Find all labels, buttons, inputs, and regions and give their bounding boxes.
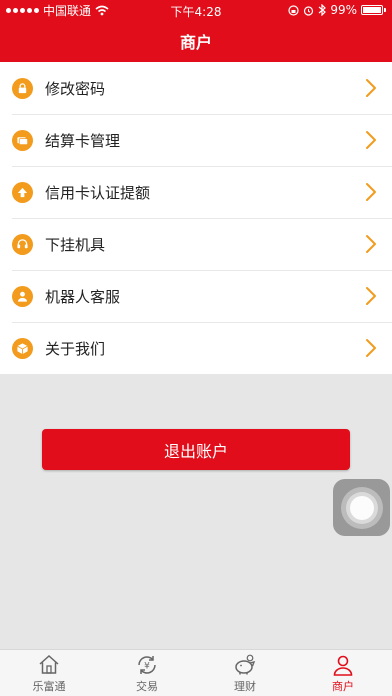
tab-person[interactable]: 商户 bbox=[294, 650, 392, 696]
chevron-right-icon bbox=[366, 287, 376, 305]
bluetooth-icon bbox=[318, 4, 327, 16]
tab-label: 交易 bbox=[136, 679, 158, 693]
lock-rotation-icon bbox=[288, 4, 299, 16]
logout-button[interactable]: 退出账户 bbox=[42, 429, 350, 470]
menu-item[interactable]: 下挂机具 bbox=[0, 218, 392, 270]
tab-yen-exchange[interactable]: ¥ 交易 bbox=[98, 650, 196, 696]
page-title: 商户 bbox=[179, 33, 212, 52]
lock-icon bbox=[12, 77, 33, 99]
user-icon bbox=[12, 285, 33, 307]
battery-icon bbox=[361, 5, 386, 15]
menu-item[interactable]: 机器人客服 bbox=[0, 270, 392, 322]
tab-home[interactable]: 乐富通 bbox=[0, 650, 98, 696]
tab-label: 理财 bbox=[234, 679, 256, 693]
menu-item[interactable]: 结算卡管理 bbox=[0, 114, 392, 166]
chevron-right-icon bbox=[366, 131, 376, 149]
tab-label: 商户 bbox=[332, 679, 354, 693]
headset-icon bbox=[12, 233, 33, 255]
chevron-right-icon bbox=[366, 183, 376, 201]
menu-item[interactable]: 关于我们 bbox=[0, 322, 392, 374]
person-icon bbox=[331, 653, 355, 677]
chevron-right-icon bbox=[366, 79, 376, 97]
status-bar: 中国联通 下午4:28 99% bbox=[0, 0, 392, 20]
chevron-right-icon bbox=[366, 235, 376, 253]
menu-item[interactable]: 修改密码 bbox=[0, 62, 392, 114]
card-icon bbox=[12, 129, 33, 151]
menu-item-label: 下挂机具 bbox=[45, 235, 106, 254]
settings-menu: 修改密码结算卡管理信用卡认证提额 下挂机具机器人客服关于我们 bbox=[0, 62, 392, 374]
assistive-touch-button[interactable] bbox=[333, 479, 390, 536]
wifi-icon bbox=[95, 5, 109, 15]
carrier-label: 中国联通 bbox=[43, 3, 92, 18]
menu-item-label: 关于我们 bbox=[45, 339, 106, 358]
piggy-bank-icon bbox=[233, 653, 257, 677]
alarm-icon bbox=[304, 5, 314, 16]
signal-icon bbox=[6, 7, 39, 13]
tab-piggy-bank[interactable]: 理财 bbox=[196, 650, 294, 696]
menu-item-label: 信用卡认证提额 bbox=[45, 183, 151, 202]
box-icon bbox=[12, 337, 33, 359]
menu-item-label: 机器人客服 bbox=[45, 287, 121, 306]
tab-bar: 乐富通 ¥ 交易 理财 商户 bbox=[0, 649, 392, 696]
menu-item-label: 修改密码 bbox=[45, 79, 106, 98]
menu-item[interactable]: 信用卡认证提额 bbox=[0, 166, 392, 218]
yen-exchange-icon: ¥ bbox=[135, 653, 159, 677]
battery-label: 99% bbox=[330, 3, 357, 17]
header-bar: 中国联通 下午4:28 99% 商户 bbox=[0, 0, 392, 62]
arrow-up-icon bbox=[12, 181, 33, 203]
chevron-right-icon bbox=[366, 339, 376, 357]
home-icon bbox=[37, 653, 61, 677]
menu-item-label: 结算卡管理 bbox=[45, 131, 121, 150]
tab-label: 乐富通 bbox=[32, 679, 66, 693]
svg-text:¥: ¥ bbox=[144, 661, 150, 671]
